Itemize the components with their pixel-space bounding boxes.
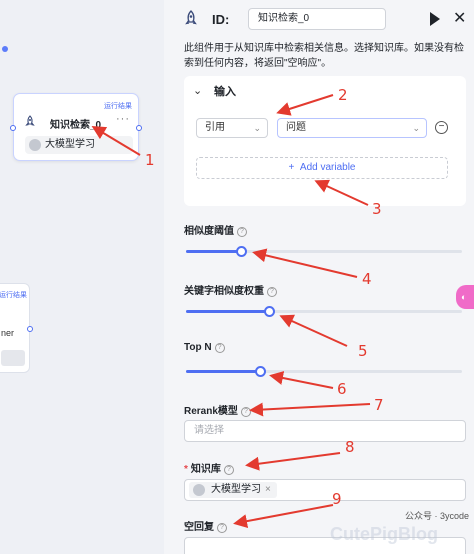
required-mark: * (184, 464, 188, 475)
close-icon[interactable]: ✕ (453, 8, 466, 28)
annotation-number-2: 2 (338, 86, 348, 104)
node-knowledge-base-label: 大模型学习 (45, 139, 95, 150)
annotation-number-1: 1 (145, 151, 155, 169)
node-output-port[interactable] (136, 125, 142, 131)
node-input-port[interactable] (10, 125, 16, 131)
slider-fill (186, 250, 242, 253)
help-icon[interactable]: ? (217, 523, 227, 533)
node-config-panel: ID: 知识检索_0 ✕ 此组件用于从知识库中检索相关信息。选择知识库。如果没有… (164, 0, 474, 554)
add-variable-label: Add variable (299, 162, 356, 173)
tag-close-icon[interactable]: × (265, 484, 271, 495)
id-label: ID: (212, 12, 230, 27)
rerank-label: Rerank模型? (184, 402, 251, 417)
similarity-threshold-text: 相似度阈值 (184, 226, 234, 237)
slider-thumb[interactable] (263, 306, 275, 317)
floating-assistant-chip[interactable]: ◐ (456, 285, 474, 309)
node-run-result-link[interactable]: 运行结果 (104, 101, 132, 111)
keyword-weight-label: 关键字相似度权重? (184, 282, 277, 297)
canvas-connection-port[interactable] (2, 46, 8, 52)
knowledge-base-select[interactable]: 大模型学习 × (184, 479, 466, 501)
top-n-slider[interactable] (186, 366, 462, 377)
node-id-input[interactable]: 知识检索_0 (248, 8, 386, 30)
empty-response-label: 空回复? (184, 518, 227, 533)
watermark-logo: CutePigBlog (330, 524, 438, 544)
node2-run-result-link[interactable]: 运行结果 (0, 290, 27, 300)
knowledge-base-label: * 知识库? (184, 460, 234, 475)
variable-select-value: 问题 (286, 122, 306, 133)
chevron-down-icon: ⌄ (253, 123, 261, 133)
input-section-title[interactable]: 输入 (214, 83, 236, 99)
knowledge-base-tag-label: 大模型学习 (211, 484, 261, 495)
node2-title-text: ner (1, 328, 15, 338)
keyword-weight-slider[interactable] (186, 306, 462, 317)
slider-thumb[interactable] (236, 246, 248, 257)
node2-content-chip (1, 350, 25, 366)
reference-type-value: 引用 (205, 122, 225, 133)
annotation-number-3: 3 (372, 200, 382, 218)
node-more-icon[interactable]: ··· (116, 113, 130, 125)
help-icon[interactable]: ? (214, 343, 225, 353)
reference-type-select[interactable]: 引用 ⌄ (196, 118, 268, 138)
plus-icon: + (288, 162, 300, 173)
annotation-number-5: 5 (358, 342, 368, 360)
knowledge-retrieval-node[interactable]: 运行结果 知识检索_0 ··· 大模型学习 (10, 93, 142, 161)
similarity-threshold-label: 相似度阈值? (184, 222, 247, 237)
rocket-icon (183, 10, 199, 28)
node-title-text: 知识检索_0 (50, 120, 102, 131)
node-knowledge-base-chip: 大模型学习 (25, 136, 133, 154)
annotation-number-7: 7 (374, 396, 384, 414)
rerank-text: Rerank模型 (184, 406, 238, 417)
remove-variable-icon[interactable]: − (435, 121, 448, 134)
keyword-weight-text: 关键字相似度权重 (184, 286, 264, 297)
rocket-icon (24, 115, 38, 131)
top-n-text: Top N (184, 342, 212, 353)
similarity-threshold-slider[interactable] (186, 246, 462, 257)
empty-response-text: 空回复 (184, 522, 214, 533)
annotation-number-8: 8 (345, 438, 355, 456)
top-n-label: Top N? (184, 342, 225, 353)
node-description: 此组件用于从知识库中检索相关信息。选择知识库。如果没有检索到任何内容，将返回"空… (184, 43, 464, 69)
watermark-text: 公众号 · 3ycode (405, 511, 470, 521)
slider-fill (186, 310, 269, 313)
chevron-down-icon[interactable]: ⌄ (193, 84, 202, 97)
avatar (29, 139, 41, 151)
slider-fill (186, 370, 260, 373)
avatar (193, 484, 205, 496)
knowledge-base-text: 知识库 (190, 464, 221, 475)
knowledge-base-tag: 大模型学习 × (189, 482, 277, 498)
help-icon[interactable]: ? (237, 227, 247, 237)
add-variable-button[interactable]: + Add variable (196, 157, 448, 179)
input-section: ⌄ 输入 引用 ⌄ 问题 ⌄ − + Add variable (184, 76, 466, 206)
workflow-canvas[interactable]: 运行结果 知识检索_0 ··· 大模型学习 运行结果 ner (0, 0, 164, 554)
help-icon[interactable]: ? (223, 465, 234, 475)
node-title: 知识检索_0 (24, 115, 101, 131)
variable-select[interactable]: 问题 ⌄ (277, 118, 427, 138)
answer-node[interactable]: 运行结果 ner (0, 283, 30, 373)
help-icon[interactable]: ? (267, 287, 277, 297)
node2-output-port[interactable] (27, 326, 33, 332)
chevron-down-icon: ⌄ (412, 123, 420, 133)
annotation-number-9: 9 (332, 490, 342, 508)
rerank-model-select[interactable]: 请选择 (184, 420, 466, 442)
help-icon[interactable]: ? (240, 407, 251, 417)
annotation-number-6: 6 (337, 380, 347, 398)
slider-thumb[interactable] (254, 366, 266, 377)
annotation-number-4: 4 (362, 270, 372, 288)
run-play-icon[interactable] (430, 12, 440, 26)
